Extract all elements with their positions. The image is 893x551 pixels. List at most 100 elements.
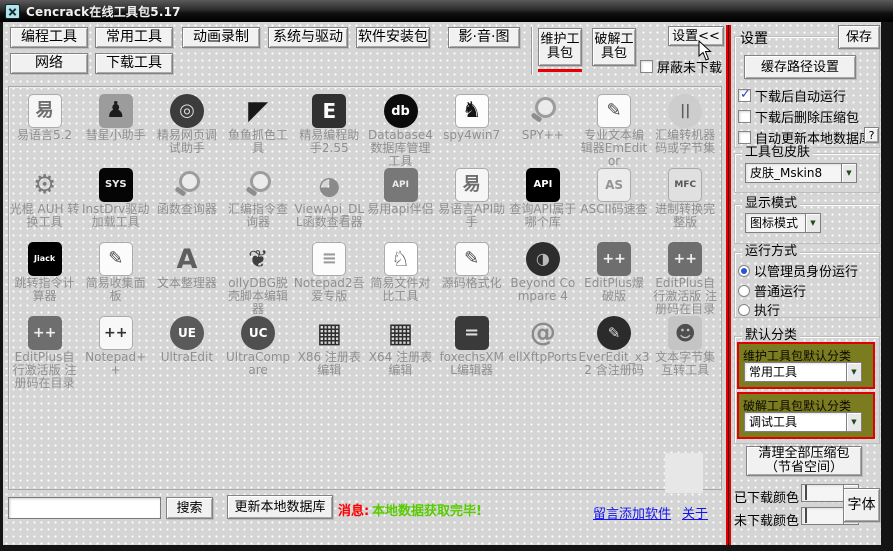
everedit-icon: ✎: [597, 316, 631, 350]
tool-item[interactable]: ≡ Notepad2吾爱专版: [294, 240, 365, 314]
tool-item[interactable]: Jiack 跳转指令计算器: [9, 240, 80, 314]
chevron-down-icon[interactable]: [846, 362, 862, 382]
tool-item[interactable]: ++ EditPlus自行激活版 注册码在目录: [650, 240, 721, 314]
message-text: 本地数据获取完毕!: [372, 500, 482, 519]
tool-label: 查询API属于哪个库: [507, 203, 578, 229]
about-link[interactable]: 关于: [682, 503, 708, 522]
tool-item[interactable]: ✎ 专业文本编辑器EmEditor: [579, 92, 650, 166]
settings-toggle-button[interactable]: 设置<<: [668, 26, 724, 46]
search-button[interactable]: 搜索: [166, 497, 213, 519]
maintain-default-combobox[interactable]: 常用工具: [744, 362, 862, 382]
tool-item[interactable]: ♟ 彗星小助手: [80, 92, 151, 166]
update-database-button[interactable]: 更新本地数据库: [227, 495, 333, 519]
tool-item[interactable]: 函数查询器: [151, 166, 222, 240]
husky-dog-icon: ♘: [384, 242, 418, 276]
tool-item[interactable]: ▦ X64 注册表编辑: [365, 314, 436, 388]
tool-item[interactable]: SPY++: [507, 92, 578, 166]
skin-combobox[interactable]: 皮肤_Mskin8: [745, 163, 857, 183]
tab-download-tools[interactable]: 下载工具: [95, 53, 173, 74]
tool-item[interactable]: db Database4数据库管理工具: [365, 92, 436, 166]
autorun-label: 下载后自动运行: [755, 86, 846, 105]
delete-archive-label: 下载后删除压缩包: [755, 107, 859, 126]
display-combobox[interactable]: 图标模式: [745, 213, 821, 233]
run-admin-label: 以管理员身份运行: [754, 261, 858, 280]
editplus-icon: ++: [668, 242, 702, 276]
run-exec-row[interactable]: 执行: [738, 300, 780, 319]
tool-item[interactable]: SYS InstDrv驱动加载工具: [80, 166, 151, 240]
tool-item[interactable]: AS ASCII码速查: [579, 166, 650, 240]
bc-sphere-icon: ◑: [526, 242, 560, 276]
tool-item[interactable]: = foxechsXML编辑器: [436, 314, 507, 388]
tab-network[interactable]: 网络: [10, 53, 88, 74]
tool-item[interactable]: API 易用api伴侣: [365, 166, 436, 240]
tool-item[interactable]: UC UltraCompare: [223, 314, 294, 388]
tool-item[interactable]: ▦ X86 注册表编辑: [294, 314, 365, 388]
tools-grid: 易 易语言5.2 ♟ 彗星小助手 ◎ 精易网页调试助手 ◤ 鱼鱼抓色工具 E 精…: [9, 92, 721, 388]
tool-item[interactable]: ⚙ 光棍 AUH 转换工具: [9, 166, 80, 240]
run-normal-radio[interactable]: [738, 285, 750, 297]
run-exec-radio[interactable]: [738, 304, 750, 316]
tool-item[interactable]: 易 易语言5.2: [9, 92, 80, 166]
tool-item[interactable]: ◎ 精易网页调试助手: [151, 92, 222, 166]
sidebar-separator: [726, 25, 731, 545]
tool-item[interactable]: E 精易编程助手2.55: [294, 92, 365, 166]
tool-item[interactable]: ♘ 简易文件对比工具: [365, 240, 436, 314]
help-button[interactable]: ?: [864, 127, 879, 143]
editplus-icon: ++: [597, 242, 631, 276]
tool-item[interactable]: ++ Notepad++: [80, 314, 151, 388]
tool-item[interactable]: ++ EditPlus自行激活版 注册码在目录: [9, 314, 80, 388]
pack-maintain-button[interactable]: 维护工具包: [538, 28, 582, 66]
tab-animation-record[interactable]: 动画录制: [182, 27, 260, 48]
skin-value: 皮肤_Mskin8: [745, 163, 841, 183]
pack-crack-button[interactable]: 破解工具包: [592, 28, 636, 66]
tool-item[interactable]: ◤ 鱼鱼抓色工具: [223, 92, 294, 166]
hide-undownloaded-checkbox[interactable]: [640, 60, 653, 73]
run-normal-row[interactable]: 普通运行: [738, 281, 806, 300]
chevron-down-icon[interactable]: [841, 163, 857, 183]
tool-item[interactable]: API 查询API属于哪个库: [507, 166, 578, 240]
clean-archives-button[interactable]: 清理全部压缩包 （节省空间）: [746, 446, 862, 476]
autoupdate-checkbox[interactable]: [738, 131, 751, 144]
tool-item[interactable]: 易 易语言API助手: [436, 166, 507, 240]
tool-item[interactable]: ◕ ViewApi_DLL函数查看器: [294, 166, 365, 240]
tool-item[interactable]: ♞ spy4win7: [436, 92, 507, 166]
tab-software-install[interactable]: 软件安装包: [356, 27, 430, 48]
tool-label: spy4win7: [436, 129, 507, 142]
tool-item[interactable]: ◑ Beyond Compare 4: [507, 240, 578, 314]
default-category-label: 默认分类: [742, 329, 800, 343]
dog-icon: ♞: [455, 94, 489, 128]
empty-slot-highlight: [665, 453, 703, 493]
tool-item[interactable]: ✎ 源码格式化: [436, 240, 507, 314]
crack-default-combobox[interactable]: 调试工具: [744, 412, 862, 432]
chevron-down-icon[interactable]: [805, 213, 821, 233]
tool-item[interactable]: UE UltraEdit: [151, 314, 222, 388]
feedback-link[interactable]: 留言添加软件: [593, 503, 671, 522]
autorun-checkbox[interactable]: [738, 89, 751, 102]
tool-item[interactable]: A 文本整理器: [151, 240, 222, 314]
tool-item[interactable]: ❦ ollyDBG脱壳脚本编辑器: [223, 240, 294, 314]
autorun-row[interactable]: 下载后自动运行: [738, 86, 846, 105]
delete-archive-checkbox[interactable]: [738, 110, 751, 123]
font-button[interactable]: 字体: [843, 488, 880, 522]
tab-media[interactable]: 影·音·图: [448, 27, 520, 48]
search-input[interactable]: [8, 497, 161, 519]
tool-item[interactable]: MFC 进制转换完整版: [650, 166, 721, 240]
tool-item[interactable]: 汇编指令查询器: [223, 166, 294, 240]
cache-path-button[interactable]: 缓存路径设置: [744, 55, 856, 79]
titlebar: Cencrack在线工具包5.17: [0, 0, 893, 22]
drafting-a-icon: A: [170, 242, 204, 276]
tool-item[interactable]: @ ellXftpPorts: [507, 314, 578, 388]
tool-item[interactable]: ++ EditPlus爆破版: [579, 240, 650, 314]
tab-programming-tools[interactable]: 编程工具: [10, 27, 88, 48]
save-button[interactable]: 保存: [838, 25, 880, 49]
delete-archive-row[interactable]: 下载后删除压缩包: [738, 107, 859, 126]
tool-item[interactable]: ☻ 文本字节集互转工具: [650, 314, 721, 388]
run-admin-row[interactable]: 以管理员身份运行: [738, 261, 858, 280]
chevron-down-icon[interactable]: [846, 412, 862, 432]
tool-item[interactable]: ✎ 简易收集面板: [80, 240, 151, 314]
tool-item[interactable]: ✎ EverEdit_x32 含注册码: [579, 314, 650, 388]
tab-common-tools[interactable]: 常用工具: [95, 27, 173, 48]
run-admin-radio[interactable]: [738, 265, 750, 277]
tool-item[interactable]: || 汇编转机器码或字节集: [650, 92, 721, 166]
tab-system-driver[interactable]: 系统与驱动: [268, 27, 348, 48]
